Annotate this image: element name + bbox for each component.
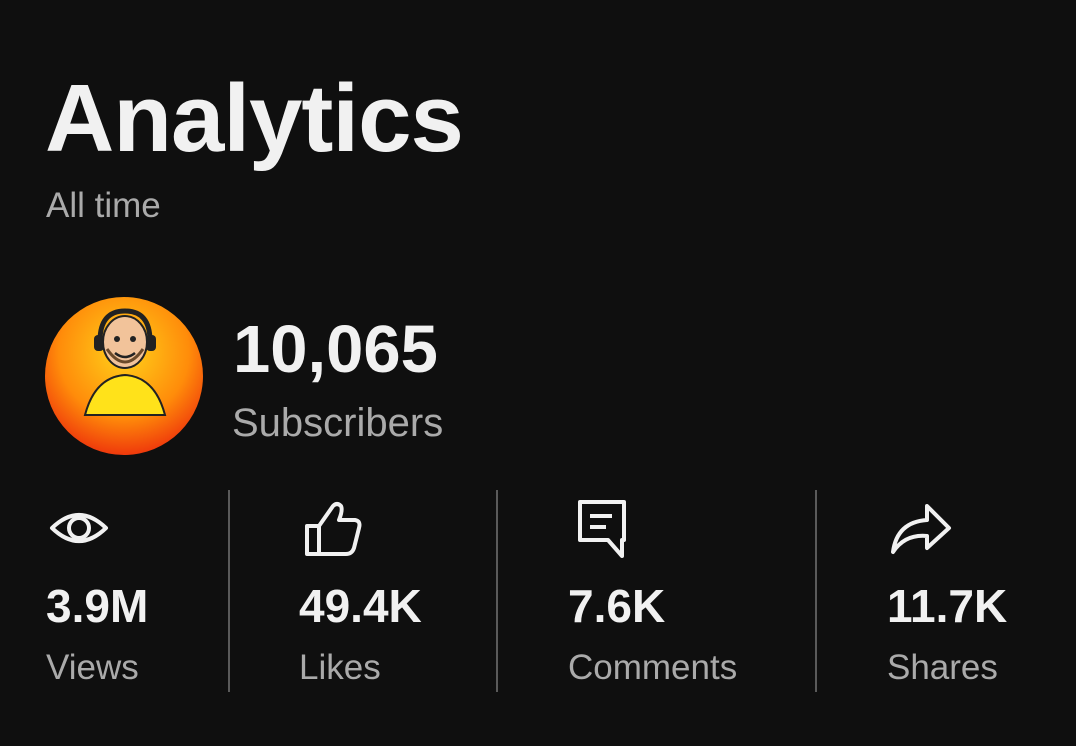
- stat-label: Likes: [299, 648, 381, 687]
- stat-value: 3.9M: [46, 580, 149, 632]
- eye-icon: [46, 494, 112, 560]
- stat-label: Shares: [887, 648, 998, 687]
- thumbs-up-icon: [299, 494, 365, 560]
- channel-summary: 10,065 Subscribers: [45, 297, 745, 455]
- subscriber-count: 10,065: [233, 312, 438, 387]
- page-title: Analytics: [45, 65, 464, 172]
- subscriber-label: Subscribers: [232, 401, 444, 445]
- channel-avatar[interactable]: [45, 297, 203, 455]
- stat-value: 49.4K: [299, 580, 422, 632]
- comment-icon: [568, 494, 634, 560]
- share-icon: [887, 494, 953, 560]
- stat-value: 11.7K: [887, 580, 1008, 632]
- stats-row: 3.9M Views 49.4K Likes 7.6K Comments 11.…: [0, 488, 1076, 693]
- stat-label: Views: [46, 648, 139, 687]
- stat-divider: [496, 490, 498, 692]
- stat-label: Comments: [568, 648, 738, 687]
- channel-avatar-image: [45, 297, 203, 455]
- stat-divider: [815, 490, 817, 692]
- stat-divider: [228, 490, 230, 692]
- stat-value: 7.6K: [568, 580, 666, 632]
- time-period-label: All time: [46, 186, 161, 225]
